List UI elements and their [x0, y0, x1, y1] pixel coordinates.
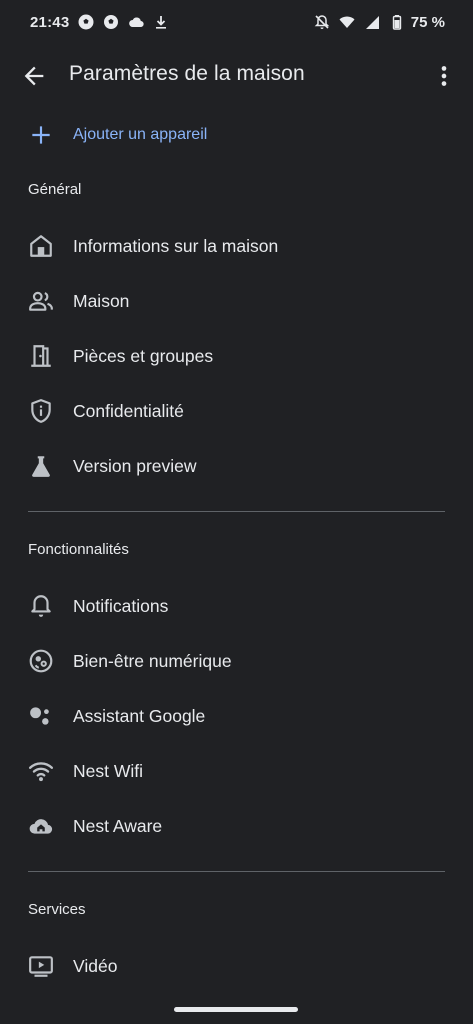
list-item-label: Nest Aware [73, 816, 163, 836]
list-item-label: Notifications [73, 596, 169, 616]
soccer-ball-icon [103, 14, 119, 30]
add-device-label: Ajouter un appareil [73, 126, 208, 143]
status-right: 75 % [314, 14, 445, 31]
digital-wellbeing-icon [28, 648, 54, 674]
list-item-label: Maison [73, 291, 130, 311]
battery-icon [389, 14, 405, 30]
list-item-household[interactable]: Maison [0, 275, 473, 327]
notifications-off-icon [314, 14, 330, 30]
flask-icon [28, 453, 54, 479]
divider [28, 871, 445, 872]
list-item-label: Pièces et groupes [73, 346, 214, 366]
cloud-home-icon [28, 813, 54, 839]
list-item-home-info[interactable]: Informations sur la maison [0, 220, 473, 272]
divider [28, 511, 445, 512]
cloud-icon [128, 14, 145, 30]
video-icon [28, 953, 54, 979]
battery-percentage: 75 % [410, 13, 445, 31]
list-item-digital-wellbeing[interactable]: Bien-être numérique [0, 635, 473, 687]
list-item-privacy[interactable]: Confidentialité [0, 385, 473, 437]
home-icon [28, 233, 54, 259]
list-item-video[interactable]: Vidéo [0, 940, 473, 992]
list-item-nest-wifi[interactable]: Nest Wifi [0, 745, 473, 797]
page-title: Paramètres de la maison [69, 62, 305, 85]
wifi-icon [28, 758, 54, 784]
list-item-label: Vidéo [73, 956, 118, 976]
list-item-notifications[interactable]: Notifications [0, 580, 473, 632]
wifi-icon [339, 14, 355, 30]
list-item-label: Informations sur la maison [73, 236, 279, 256]
list-item-rooms-groups[interactable]: Pièces et groupes [0, 330, 473, 382]
back-button[interactable] [20, 62, 48, 90]
arrow-back-icon [24, 66, 44, 86]
bell-icon [28, 593, 54, 619]
more-vert-icon [441, 66, 447, 86]
section-header-general: Général [28, 181, 82, 198]
status-time: 21:43 [30, 13, 70, 31]
soccer-ball-icon [78, 14, 94, 30]
list-item-preview[interactable]: Version preview [0, 440, 473, 492]
list-item-label: Nest Wifi [73, 761, 143, 781]
app-bar: Paramètres de la maison [0, 48, 473, 104]
list-item-nest-aware[interactable]: Nest Aware [0, 800, 473, 852]
status-bar: 21:43 75 % [0, 0, 473, 44]
list-item-label: Confidentialité [73, 401, 184, 421]
status-left: 21:43 [30, 14, 169, 31]
assistant-icon [28, 703, 54, 729]
download-icon [153, 14, 169, 30]
door-icon [28, 343, 54, 369]
list-item-label: Bien-être numérique [73, 651, 232, 671]
home-indicator[interactable] [174, 1007, 298, 1012]
plus-icon [28, 122, 54, 148]
list-item-label: Assistant Google [73, 706, 206, 726]
section-header-services: Services [28, 901, 86, 918]
people-icon [28, 288, 54, 314]
signal-icon [364, 14, 380, 30]
list-item-assistant[interactable]: Assistant Google [0, 690, 473, 742]
add-device-button[interactable]: Ajouter un appareil [0, 112, 473, 160]
section-header-features: Fonctionnalités [28, 541, 129, 558]
shield-icon [28, 398, 54, 424]
list-item-label: Version preview [73, 456, 197, 476]
more-options-button[interactable] [430, 62, 458, 90]
